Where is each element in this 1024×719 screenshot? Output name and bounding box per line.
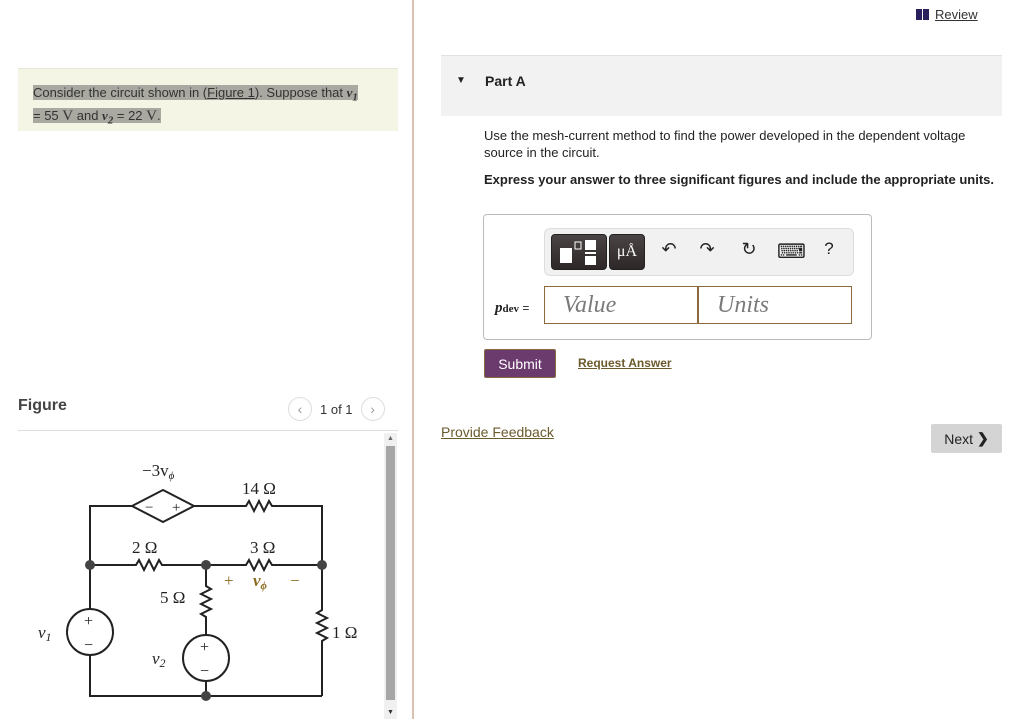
v2-value: = 22: [113, 107, 147, 123]
dep-minus: −: [145, 500, 153, 516]
pane-divider[interactable]: [412, 0, 414, 719]
next-figure-button[interactable]: ›: [360, 397, 385, 421]
provide-feedback-link[interactable]: Provide Feedback: [441, 424, 554, 440]
next-label: Next: [944, 430, 974, 447]
problem-and: and: [73, 107, 103, 123]
circuit-diagram: −3vϕ − + 14 Ω 2 Ω 3 Ω 5 Ω 1 Ω v1 v2 + − …: [38, 461, 357, 701]
v1-plus: +: [84, 613, 93, 630]
node: [201, 691, 211, 701]
vphi-minus: −: [290, 571, 300, 590]
question-instruction: Use the mesh-current method to find the …: [484, 128, 966, 160]
value-field[interactable]: [544, 286, 698, 324]
templates-icon: [560, 240, 596, 265]
caret-down-icon[interactable]: ▼: [456, 75, 466, 86]
part-title: Part A: [485, 73, 526, 89]
scrollbar-thumb[interactable]: [386, 446, 395, 700]
v1-symbol: v1: [346, 85, 358, 104]
problem-end: .: [156, 107, 161, 123]
vphi-plus: +: [224, 571, 234, 590]
figure-page-indicator: 1 of 1: [320, 401, 353, 417]
v2-minus: −: [200, 663, 209, 680]
v1-unit: V: [62, 107, 74, 124]
v2-label: v2: [152, 649, 166, 670]
resistor-5-wire: [198, 565, 214, 636]
redo-icon[interactable]: ↷: [695, 239, 719, 260]
v1-minus: −: [84, 637, 93, 654]
v1-value: = 55: [33, 107, 63, 123]
vphi-label: vϕ: [253, 571, 268, 592]
wire-top-left: [89, 505, 132, 568]
figure-divider: [18, 430, 398, 431]
book-icon: [916, 9, 930, 20]
chevron-left-icon: ‹: [297, 401, 303, 417]
r14-label: 14 Ω: [242, 479, 276, 498]
units-input[interactable]: [699, 287, 851, 323]
templates-button[interactable]: [551, 234, 607, 270]
scroll-down-arrow-icon[interactable]: ▼: [384, 707, 397, 719]
resistor-1-wire: [314, 565, 330, 696]
part-a-header[interactable]: ▼ Part A: [441, 55, 1002, 116]
request-answer-link[interactable]: Request Answer: [578, 356, 672, 370]
v1-label: v1: [38, 623, 52, 644]
prev-figure-button[interactable]: ‹: [288, 397, 312, 421]
problem-statement: Consider the circuit shown in (Figure 1)…: [18, 68, 398, 131]
node: [85, 560, 95, 570]
v2-unit: V: [146, 107, 157, 124]
review-link[interactable]: Review: [916, 7, 978, 22]
undo-icon[interactable]: ↶: [657, 239, 681, 260]
resistor-14-wire: [194, 498, 323, 568]
dependent-source: [129, 488, 197, 524]
figure-title: Figure: [18, 397, 67, 414]
problem-prefix: Consider the circuit shown in (: [33, 85, 208, 100]
scroll-up-arrow-icon[interactable]: ▲: [384, 433, 397, 445]
node: [201, 560, 211, 570]
v2-plus: +: [200, 639, 209, 656]
dep-plus: +: [172, 500, 180, 516]
math-toolbar: μÅ ↶ ↷ ↻ ⌨ ?: [544, 228, 854, 276]
r2-label: 2 Ω: [132, 538, 157, 557]
answer-label: pdev =: [495, 300, 530, 316]
answer-format-instruction: Express your answer to three significant…: [484, 172, 994, 187]
problem-text: Consider the circuit shown in (Figure 1)…: [33, 84, 358, 129]
figure-link[interactable]: Figure 1: [207, 85, 255, 100]
units-button[interactable]: μÅ: [609, 234, 645, 270]
reset-icon[interactable]: ↻: [737, 239, 761, 260]
help-icon[interactable]: ?: [817, 239, 841, 259]
value-input[interactable]: [545, 287, 697, 323]
dep-source-label: −3vϕ: [142, 461, 175, 482]
node: [317, 560, 327, 570]
r1-label: 1 Ω: [332, 623, 357, 642]
next-button[interactable]: Next ❯: [931, 424, 1002, 453]
units-field[interactable]: [698, 286, 852, 324]
keyboard-icon[interactable]: ⌨: [777, 239, 806, 264]
v2-symbol: v2: [102, 107, 114, 127]
problem-mid: ). Suppose that: [254, 85, 347, 100]
review-label: Review: [935, 7, 978, 22]
r3-label: 3 Ω: [250, 538, 275, 557]
chevron-right-icon: ›: [370, 401, 375, 417]
r5-label: 5 Ω: [160, 588, 185, 607]
figure-pager: ‹ 1 of 1 ›: [288, 397, 385, 421]
chevron-right-icon: ❯: [977, 430, 989, 446]
submit-button[interactable]: Submit: [484, 349, 556, 378]
